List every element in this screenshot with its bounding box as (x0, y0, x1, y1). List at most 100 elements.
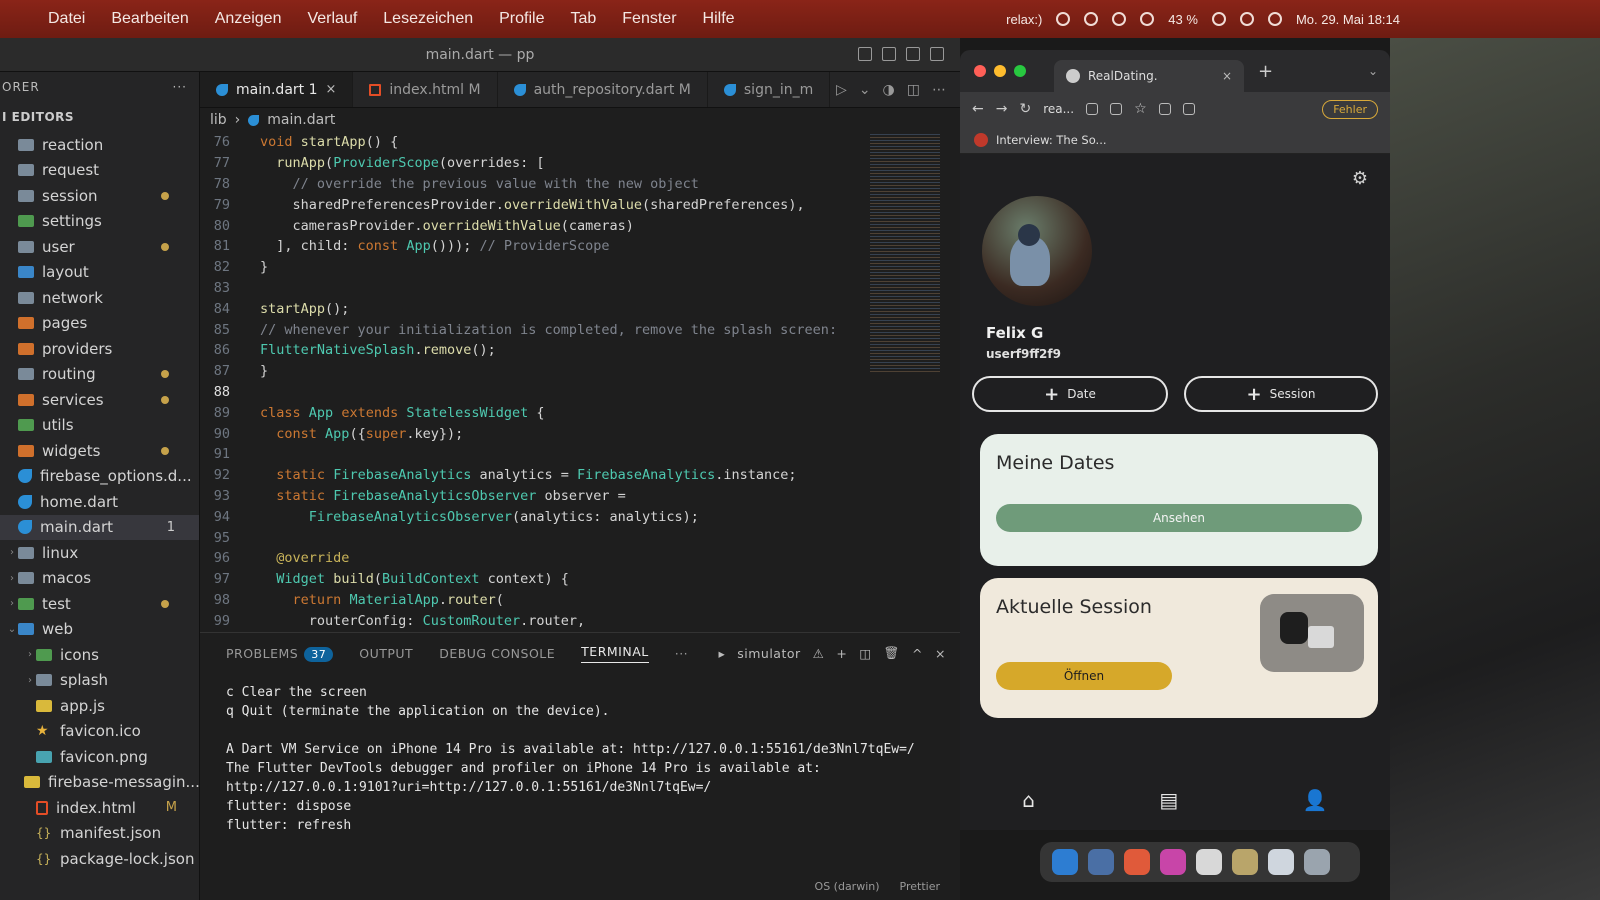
tree-item-web[interactable]: ⌄ web (0, 617, 199, 643)
chevron-down-icon[interactable]: ⌄ (859, 82, 871, 98)
compare-icon[interactable]: ◑ (883, 82, 895, 98)
panel-more-icon[interactable]: ··· (675, 646, 688, 661)
tree-item-manifest-json[interactable]: {} manifest.json (0, 821, 199, 847)
tab-terminal[interactable]: TERMINAL (581, 644, 649, 663)
code-line[interactable]: 81 ], child: const App())); // ProviderS… (200, 236, 870, 257)
tree-item-favicon-ico[interactable]: ★ favicon.ico (0, 719, 199, 745)
code-line[interactable]: 80 camerasProvider.overrideWithValue(cam… (200, 215, 870, 236)
tree-item-network[interactable]: network (0, 285, 199, 311)
app-dock-icon[interactable] (1160, 849, 1186, 875)
split-editor-icon[interactable]: ◫ (907, 82, 920, 98)
vscode-dock-icon[interactable] (1052, 849, 1078, 875)
add-date-button[interactable]: + Date (972, 376, 1168, 412)
person-icon[interactable]: 👤 (1303, 788, 1328, 812)
tree-item-home-dart[interactable]: home.dart (0, 489, 199, 515)
menu-bearbeiten[interactable]: Bearbeiten (111, 10, 188, 28)
browser-dock-icon[interactable] (1124, 849, 1150, 875)
code-line[interactable]: 99 routerConfig: CustomRouter.router, (200, 610, 870, 631)
bluetooth-icon[interactable] (1140, 12, 1155, 26)
relax-app-label[interactable]: relax:) (1006, 12, 1042, 27)
menu-verlauf[interactable]: Verlauf (307, 10, 357, 28)
forward-icon[interactable]: → (996, 101, 1008, 117)
split-terminal-icon[interactable]: ◫ (859, 646, 871, 661)
tree-item-settings[interactable]: settings (0, 209, 199, 235)
code-line[interactable]: 95 (200, 527, 870, 548)
code-editor[interactable]: 76 void startApp() {77 runApp(ProviderSco… (200, 132, 870, 632)
breadcrumb-file[interactable]: main.dart (267, 112, 335, 128)
puzzle-icon[interactable] (1158, 103, 1171, 115)
archive-dock-icon[interactable] (1232, 849, 1258, 875)
close-panel-icon[interactable]: × (935, 646, 946, 661)
add-session-button[interactable]: + Session (1184, 376, 1378, 412)
tree-item-index-html[interactable]: index.html M (0, 795, 199, 821)
tree-item-layout[interactable]: layout (0, 260, 199, 286)
tab-search-icon[interactable]: ⌄ (1368, 64, 1390, 78)
terminal-name[interactable]: simulator (737, 646, 800, 661)
extension-icon[interactable] (1086, 103, 1099, 115)
extension-icon[interactable] (1110, 103, 1123, 115)
tab-problems[interactable]: PROBLEMS 37 (226, 646, 334, 662)
tree-item-macos[interactable]: › macos (0, 566, 199, 592)
code-line[interactable]: 94 FirebaseAnalyticsObserver(analytics: … (200, 506, 870, 527)
tree-item-favicon-png[interactable]: favicon.png (0, 744, 199, 770)
menu-tab[interactable]: Tab (570, 10, 596, 28)
code-line[interactable]: 87} (200, 361, 870, 382)
toggle-panel-icon[interactable] (882, 47, 896, 61)
tree-item-app-js[interactable]: app.js (0, 693, 199, 719)
browser-tab-realdating[interactable]: RealDating. × (1054, 60, 1244, 92)
tree-item-session[interactable]: session (0, 183, 199, 209)
tree-item-main-dart[interactable]: main.dart 1 (0, 514, 199, 540)
tab-output[interactable]: OUTPUT (359, 646, 413, 661)
error-badge[interactable]: Fehler (1322, 99, 1378, 119)
home-icon[interactable]: ⌂ (1022, 788, 1035, 812)
tray-airdrop-icon[interactable] (1112, 12, 1127, 26)
tree-item-icons[interactable]: › icons (0, 642, 199, 668)
menubar-clock[interactable]: Mo. 29. Mai 18:14 (1296, 12, 1400, 27)
tab-index-html[interactable]: index.html M (353, 72, 498, 107)
back-icon[interactable]: ← (972, 101, 984, 117)
menu-hilfe[interactable]: Hilfe (703, 10, 735, 28)
finder-dock-icon[interactable] (1088, 849, 1114, 875)
tree-item-firebase-messagin-[interactable]: firebase-messagin... (0, 770, 199, 796)
tree-item-splash[interactable]: › splash (0, 668, 199, 694)
avatar[interactable] (982, 196, 1092, 306)
control-center-icon[interactable] (1267, 12, 1282, 26)
tree-item-utils[interactable]: utils (0, 413, 199, 439)
wifi-icon[interactable] (1211, 12, 1226, 26)
tab-debug-console[interactable]: DEBUG CONSOLE (439, 646, 555, 661)
new-terminal-icon[interactable]: + (836, 646, 847, 661)
sidebar-icon[interactable] (1182, 103, 1195, 115)
code-line[interactable]: 93 static FirebaseAnalyticsObserver obse… (200, 486, 870, 507)
customize-layout-icon[interactable] (930, 47, 944, 61)
code-line[interactable]: 78 // override the previous value with t… (200, 174, 870, 195)
minimap[interactable] (870, 132, 940, 372)
code-line[interactable]: 96 @override (200, 548, 870, 569)
code-line[interactable]: 79 sharedPreferencesProvider.overrideWit… (200, 194, 870, 215)
bookmark-interview[interactable]: Interview: The So... (996, 133, 1107, 147)
list-icon[interactable]: ▤ (1159, 788, 1178, 812)
close-icon[interactable]: × (326, 82, 337, 97)
tray-clock-icon[interactable] (1084, 12, 1099, 26)
open-session-button[interactable]: Öffnen (996, 662, 1172, 690)
tree-item-package-lock-json[interactable]: {} package-lock.json (0, 846, 199, 872)
code-line[interactable]: 92 static FirebaseAnalytics analytics = … (200, 465, 870, 486)
code-line[interactable]: 85 // whenever your initialization is com… (200, 319, 870, 340)
maximize-panel-icon[interactable]: ^ (912, 646, 923, 661)
trash-dock-icon[interactable] (1304, 849, 1330, 875)
code-line[interactable]: 88 (200, 382, 870, 403)
tray-app-icon[interactable] (1056, 12, 1071, 26)
battery-percent[interactable]: 43 % (1168, 12, 1198, 27)
code-line[interactable]: 77 runApp(ProviderScope(overrides: [ (200, 153, 870, 174)
code-line[interactable]: 97 Widget build(BuildContext context) { (200, 569, 870, 590)
menu-fenster[interactable]: Fenster (622, 10, 676, 28)
code-line[interactable]: 89 class App extends StatelessWidget { (200, 402, 870, 423)
code-line[interactable]: 82} (200, 257, 870, 278)
tree-item-services[interactable]: services (0, 387, 199, 413)
bookmark-star-icon[interactable]: ☆ (1134, 101, 1147, 117)
tree-item-reaction[interactable]: reaction (0, 132, 199, 158)
code-line[interactable]: 98 return MaterialApp.router( (200, 590, 870, 611)
tab-auth-repository[interactable]: auth_repository.dart M (498, 72, 708, 107)
run-icon[interactable]: ▷ (836, 82, 847, 98)
tab-sign-in[interactable]: sign_in_m (708, 72, 831, 107)
menu-profile[interactable]: Profile (499, 10, 544, 28)
